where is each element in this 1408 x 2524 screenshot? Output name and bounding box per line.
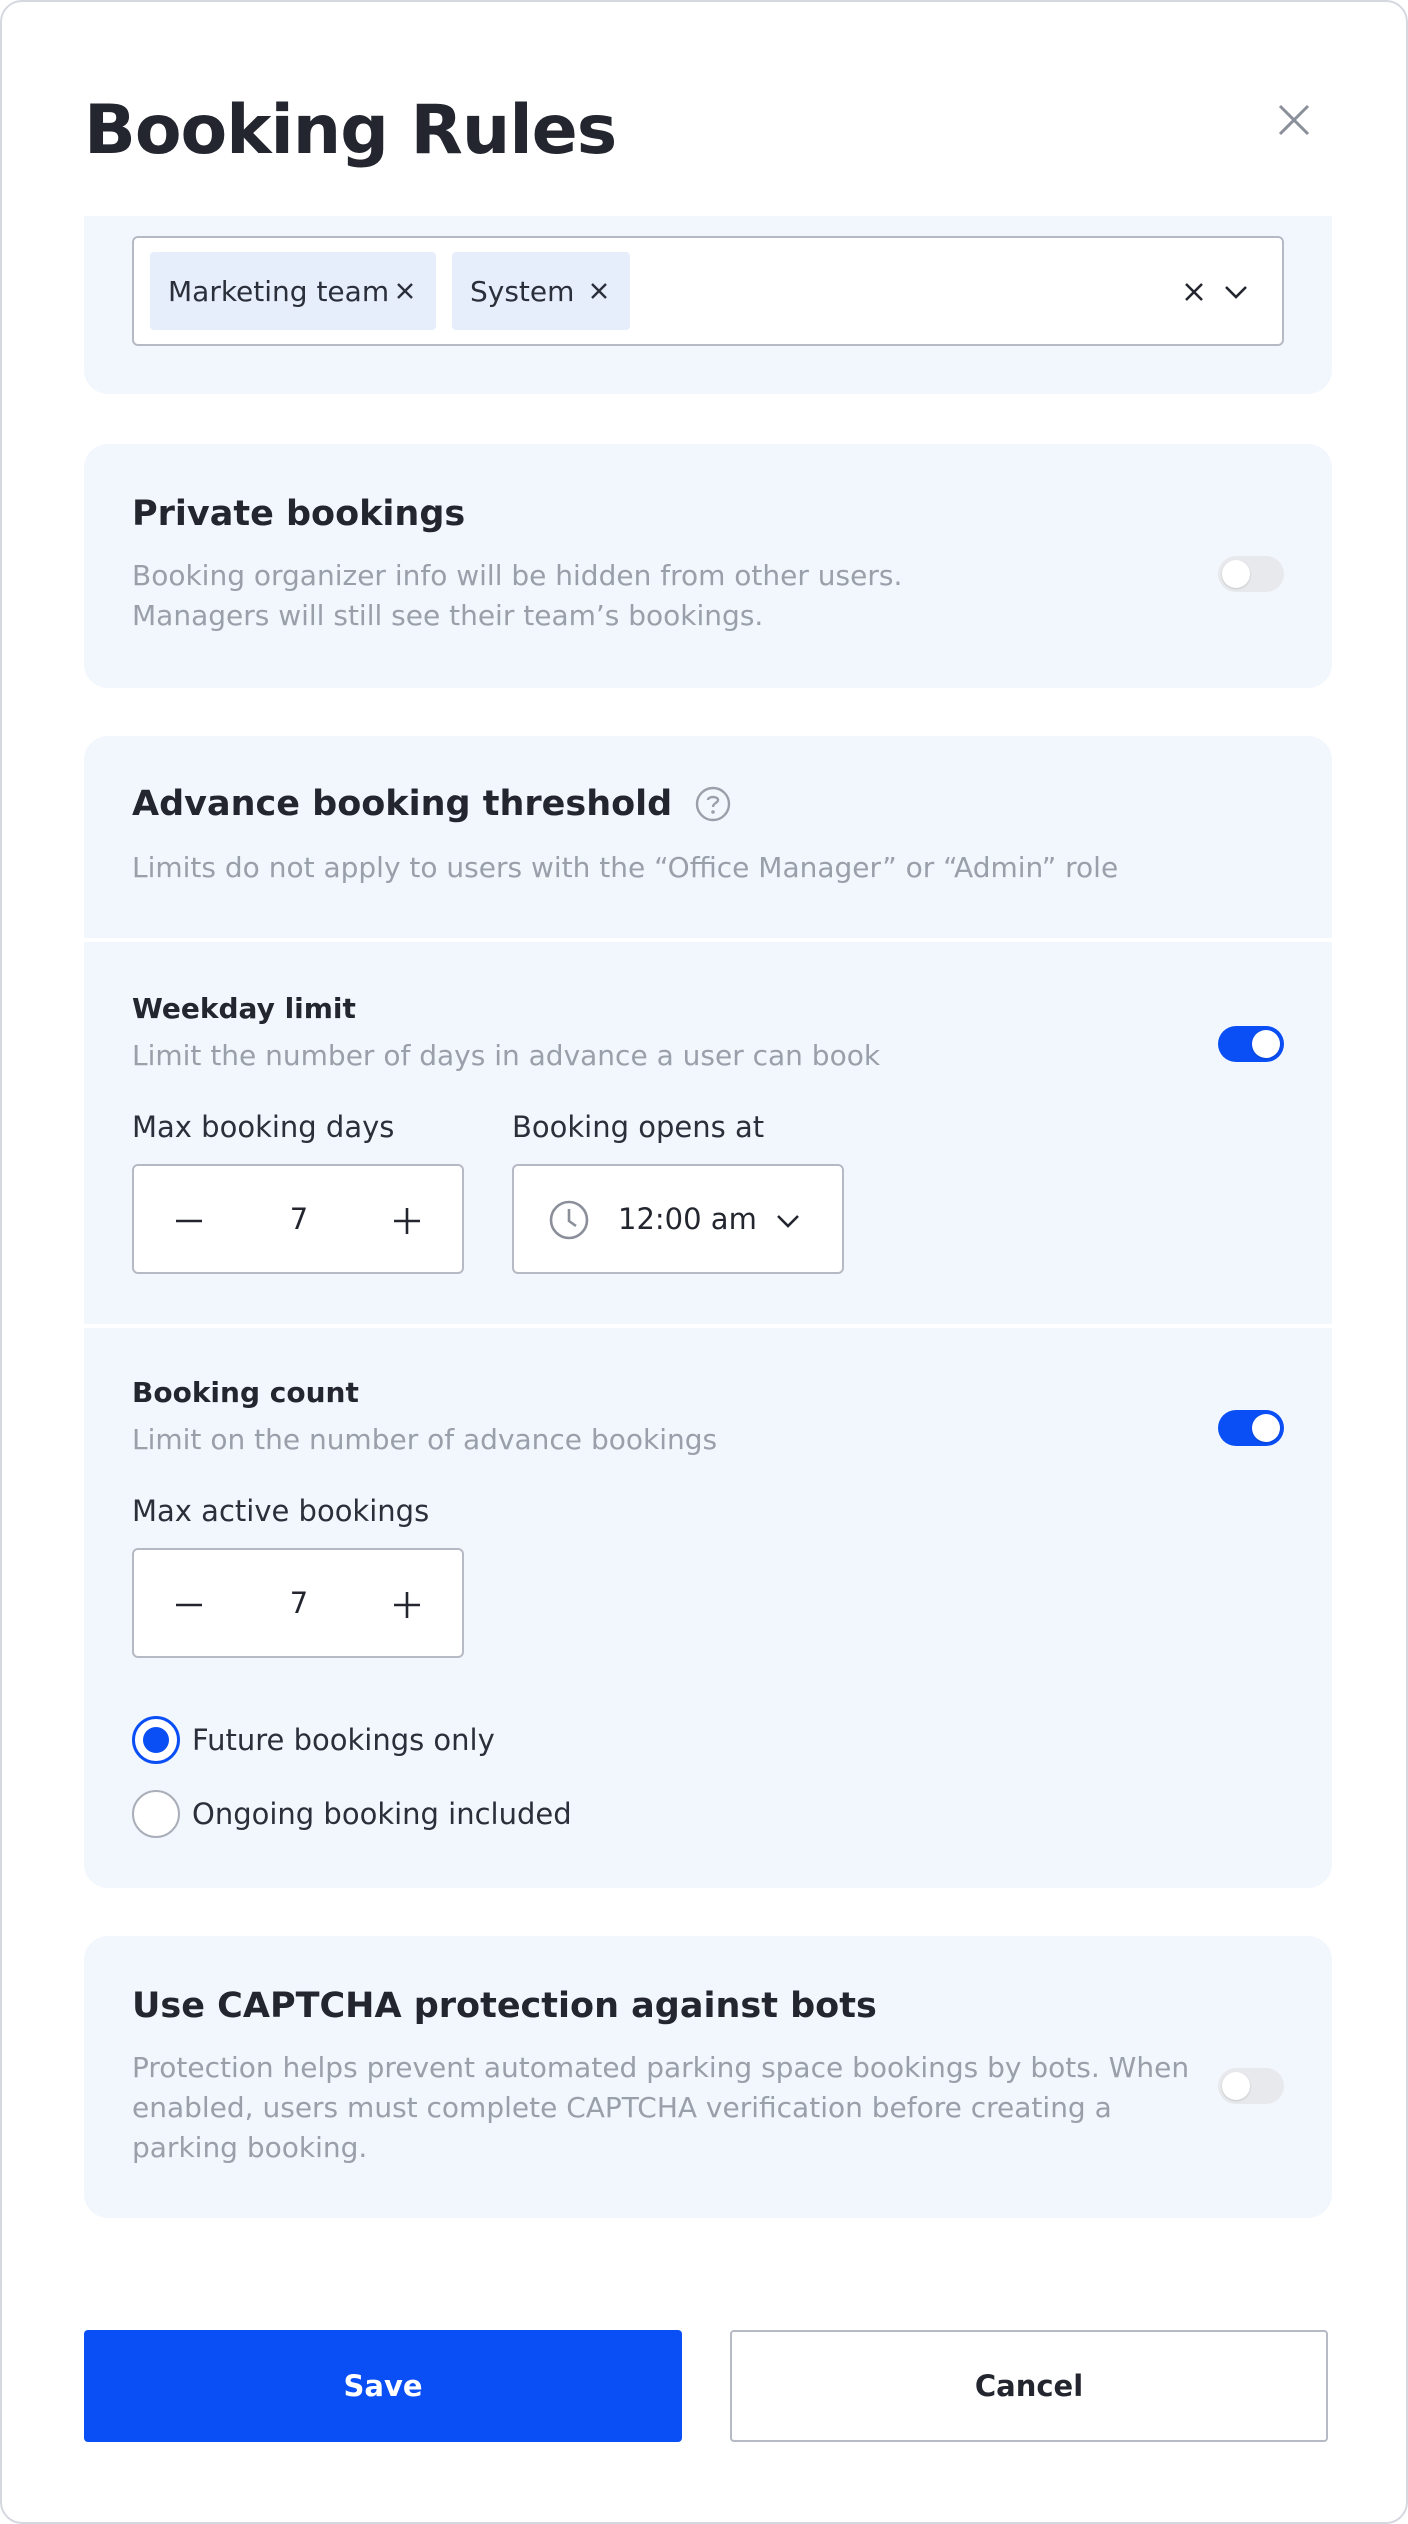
captcha-desc-1: Protection helps prevent automated parki… bbox=[132, 2051, 1190, 2084]
chip-label: System bbox=[470, 274, 575, 308]
toggle-knob bbox=[1222, 560, 1250, 588]
radio-ongoing-booking-included[interactable]: Ongoing booking included bbox=[132, 1790, 572, 1838]
minus-icon[interactable] bbox=[174, 1206, 204, 1236]
dialog-title: Booking Rules bbox=[84, 91, 617, 170]
max-booking-days-stepper[interactable]: 7 bbox=[132, 1164, 464, 1274]
close-button[interactable] bbox=[1266, 92, 1322, 148]
clock-icon bbox=[549, 1200, 589, 1240]
radio-future-bookings-only[interactable]: Future bookings only bbox=[132, 1716, 495, 1764]
clear-all-icon[interactable] bbox=[1180, 278, 1208, 306]
remove-chip-icon[interactable] bbox=[392, 278, 418, 304]
save-button[interactable]: Save bbox=[84, 2330, 682, 2442]
chevron-down-icon bbox=[777, 1215, 799, 1228]
radio-label: Ongoing booking included bbox=[192, 1797, 572, 1831]
captcha-desc-3: parking booking. bbox=[132, 2131, 368, 2164]
chip-label: Marketing team bbox=[168, 274, 390, 308]
chip-marketing-team: Marketing team bbox=[150, 252, 436, 330]
max-booking-days-value[interactable]: 7 bbox=[244, 1166, 354, 1272]
private-bookings-desc-2: Managers will still see their team’s boo… bbox=[132, 599, 764, 632]
section-divider bbox=[84, 938, 1332, 942]
booking-count-title: Booking count bbox=[132, 1376, 359, 1409]
captcha-desc-2: enabled, users must complete CAPTCHA ver… bbox=[132, 2091, 1112, 2124]
booking-rules-dialog: Booking Rules Marketing team System Priv… bbox=[0, 0, 1408, 2524]
plus-icon[interactable] bbox=[392, 1590, 422, 1620]
booking-opens-at-select[interactable]: 12:00 am bbox=[512, 1164, 844, 1274]
radio-button[interactable] bbox=[132, 1716, 180, 1764]
max-active-bookings-stepper[interactable]: 7 bbox=[132, 1548, 464, 1658]
toggle-knob bbox=[1252, 1414, 1280, 1442]
max-active-bookings-label: Max active bookings bbox=[132, 1494, 430, 1528]
captcha-toggle[interactable] bbox=[1218, 2068, 1284, 2104]
minus-icon[interactable] bbox=[174, 1590, 204, 1620]
toggle-knob bbox=[1252, 1030, 1280, 1058]
booking-opens-at-value: 12:00 am bbox=[618, 1202, 757, 1236]
weekday-limit-title: Weekday limit bbox=[132, 992, 356, 1025]
advance-threshold-title: Advance booking threshold bbox=[132, 784, 673, 824]
advance-threshold-card: Advance booking threshold Limits do not … bbox=[84, 736, 1332, 1888]
advance-threshold-desc: Limits do not apply to users with the “O… bbox=[132, 851, 1119, 884]
weekday-limit-toggle[interactable] bbox=[1218, 1026, 1284, 1062]
booking-count-desc: Limit on the number of advance bookings bbox=[132, 1423, 718, 1456]
booking-opens-at-label: Booking opens at bbox=[512, 1110, 765, 1144]
cancel-button[interactable]: Cancel bbox=[730, 2330, 1328, 2442]
captcha-card: Use CAPTCHA protection against bots Prot… bbox=[84, 1936, 1332, 2218]
booking-count-toggle[interactable] bbox=[1218, 1410, 1284, 1446]
plus-icon[interactable] bbox=[392, 1206, 422, 1236]
radio-label: Future bookings only bbox=[192, 1723, 495, 1757]
advance-threshold-header: Advance booking threshold bbox=[132, 784, 732, 824]
section-divider bbox=[84, 1324, 1332, 1328]
captcha-title: Use CAPTCHA protection against bots bbox=[132, 1986, 877, 2026]
toggle-knob bbox=[1222, 2072, 1250, 2100]
weekday-limit-desc: Limit the number of days in advance a us… bbox=[132, 1039, 881, 1072]
close-icon bbox=[1278, 104, 1310, 136]
private-bookings-desc-1: Booking organizer info will be hidden fr… bbox=[132, 559, 903, 592]
private-bookings-title: Private bookings bbox=[132, 494, 466, 534]
radio-button[interactable] bbox=[132, 1790, 180, 1838]
chevron-down-icon[interactable] bbox=[1222, 280, 1250, 304]
max-booking-days-label: Max booking days bbox=[132, 1110, 395, 1144]
groups-multiselect[interactable]: Marketing team System bbox=[132, 236, 1284, 346]
max-active-bookings-value[interactable]: 7 bbox=[244, 1550, 354, 1656]
chip-system: System bbox=[452, 252, 630, 330]
remove-chip-icon[interactable] bbox=[586, 278, 612, 304]
groups-card: Marketing team System bbox=[84, 216, 1332, 394]
private-bookings-card: Private bookings Booking organizer info … bbox=[84, 444, 1332, 688]
private-bookings-toggle[interactable] bbox=[1218, 556, 1284, 592]
help-icon[interactable] bbox=[694, 785, 732, 823]
